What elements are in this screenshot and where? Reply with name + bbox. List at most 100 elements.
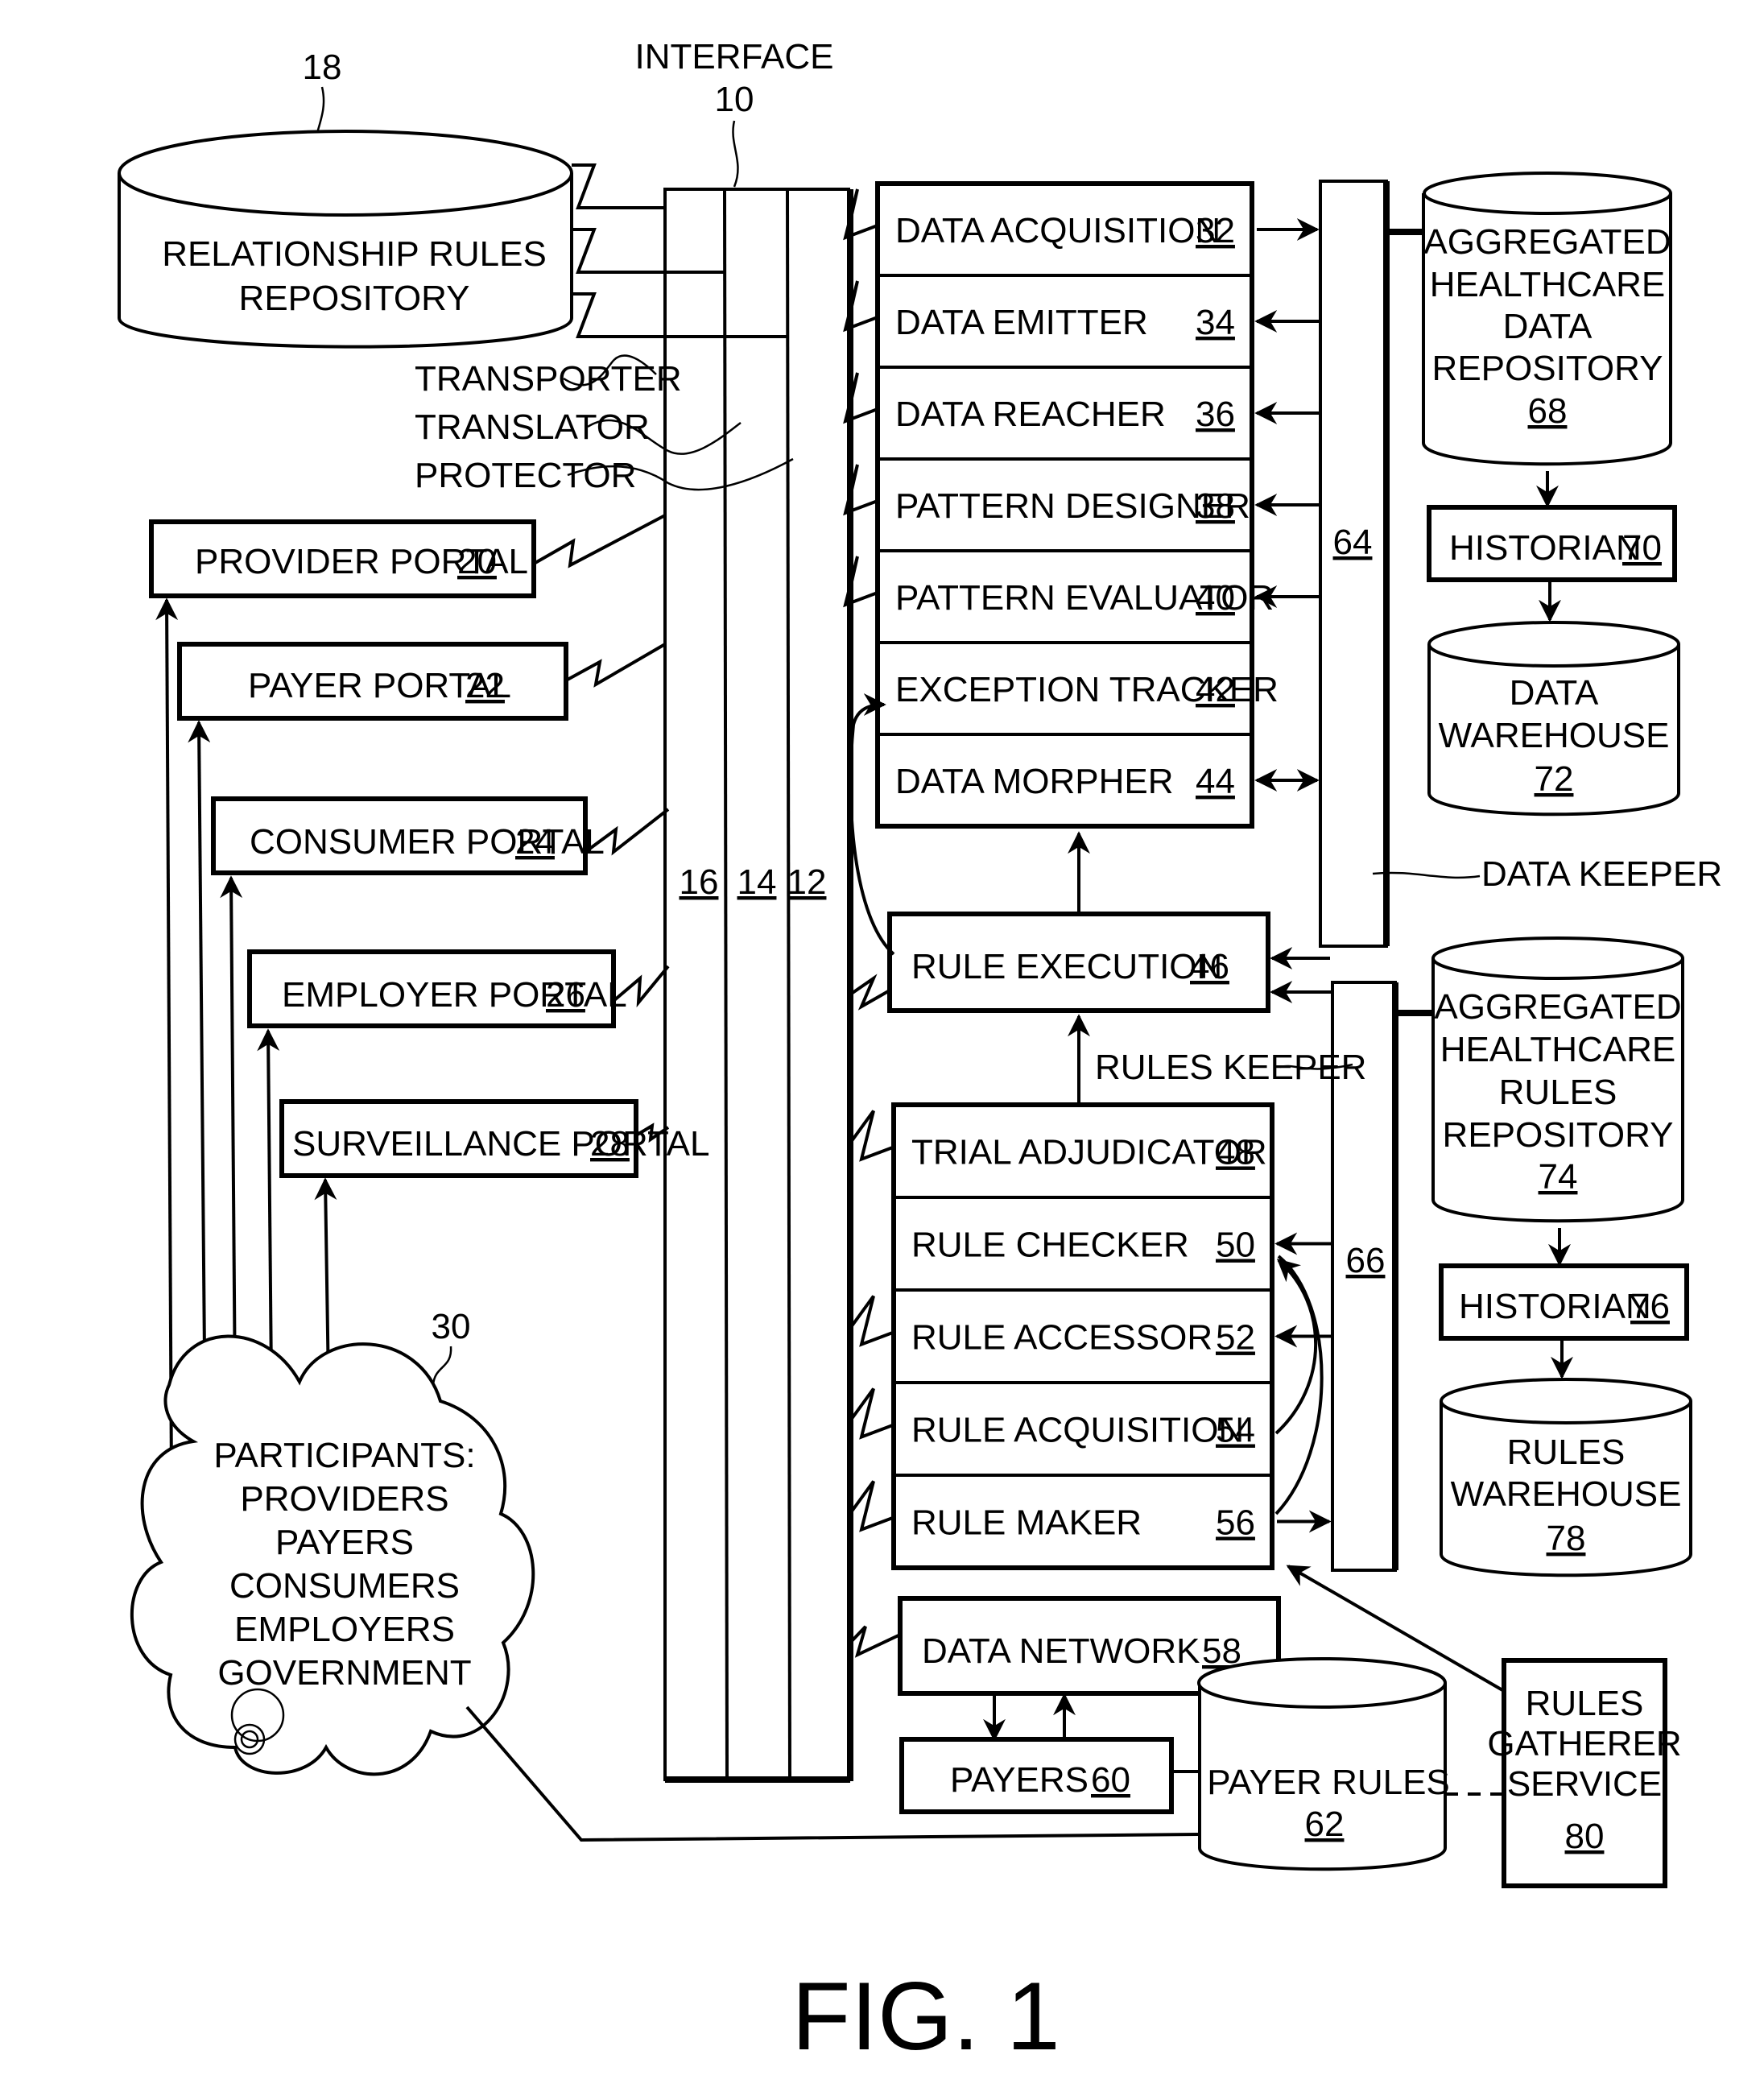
- portal-ref: 24: [515, 822, 555, 862]
- participant-payers: PAYERS: [275, 1523, 414, 1562]
- portal-surveillance: SURVEILLANCE PORTAL 28: [279, 1099, 709, 1178]
- portal-provider: PROVIDER PORTAL 20: [149, 514, 666, 598]
- repo-ref: 74: [1539, 1157, 1578, 1197]
- portal-ref: 22: [465, 666, 505, 705]
- module-label: RULE MAKER: [911, 1503, 1142, 1543]
- payers-module: PAYERS 60: [899, 1737, 1200, 1814]
- module-label: DATA MORPHER: [895, 762, 1174, 801]
- module-label: RULE ACQUISITION: [911, 1411, 1244, 1450]
- portal-payer: PAYER PORTAL 22: [177, 642, 667, 721]
- aggregated-rules-repository: AGGREGATED HEALTHCARE RULES REPOSITORY 7…: [1431, 936, 1684, 1267]
- portal-ref: 20: [457, 542, 497, 581]
- warehouse-line: WAREHOUSE: [1439, 716, 1670, 755]
- arrow-payer-participants: [188, 720, 217, 1448]
- warehouse-line: RULES: [1507, 1433, 1626, 1472]
- portal-link: [565, 643, 667, 688]
- rule-execution-link: [849, 974, 890, 1011]
- repo-line: HEALTHCARE: [1440, 1030, 1676, 1069]
- gatherer-line1: RULES: [1526, 1684, 1644, 1723]
- rule-module-stack: TRIAL ADJUDICATOR48 RULE CHECKER 50 RULE AC…: [849, 1102, 1332, 1570]
- rules-keeper-ref: 66: [1346, 1241, 1386, 1280]
- repo-line: REPOSITORY: [1443, 1115, 1674, 1155]
- interface-link: [849, 1110, 894, 1162]
- module-ref: 52: [1216, 1318, 1255, 1358]
- repo-line: HEALTHCARE: [1430, 265, 1666, 304]
- figure-caption: FIG. 1: [791, 1962, 1060, 2070]
- repo-line: AGGREGATED: [1423, 222, 1671, 262]
- participants-title: PARTICIPANTS:: [213, 1436, 475, 1475]
- protector-ref: 12: [787, 862, 827, 902]
- repo-ref: 68: [1528, 391, 1568, 431]
- historian-label: HISTORIAN: [1459, 1287, 1651, 1326]
- portal-ref: 28: [590, 1124, 630, 1164]
- payer-rules-store: PAYER RULES 62: [1197, 1657, 1504, 1871]
- participant-government: GOVERNMENT: [217, 1653, 471, 1693]
- module-label: DATA EMITTER: [895, 303, 1148, 342]
- module-label: DATA REACHER: [895, 395, 1166, 434]
- interface-column: 16 14 12: [663, 188, 853, 1783]
- rules-keeper-label: RULES KEEPER: [1095, 1048, 1366, 1087]
- protector-label: PROTECTOR: [415, 456, 636, 495]
- repo-link-1: [572, 163, 665, 209]
- data-module-stack: DATA ACQUISITION32 DATA EMITTER 34 DATA REA…: [843, 181, 1320, 829]
- module-ref: 56: [1216, 1503, 1255, 1543]
- interface-frame: [663, 188, 850, 1781]
- patent-figure: INTERFACE 10 16 14 12 TRANSPORTER TRANSL…: [0, 0, 1764, 2088]
- module-ref: 50: [1216, 1226, 1255, 1265]
- historian-label: HISTORIAN: [1449, 528, 1642, 568]
- data-keeper-ref: 64: [1333, 523, 1373, 562]
- arrow-employer-participants: [257, 1028, 283, 1381]
- interface-leader: [732, 120, 739, 188]
- repository-title-line2: REPOSITORY: [239, 279, 470, 318]
- module-label: TRIAL ADJUDICATOR: [911, 1133, 1267, 1172]
- aggregated-data-repository: AGGREGATED HEALTHCARE DATA REPOSITORY 68: [1422, 172, 1672, 508]
- module-ref: 34: [1196, 303, 1235, 342]
- module-ref: 60: [1091, 1760, 1130, 1800]
- diagram-canvas: INTERFACE 10 16 14 12 TRANSPORTER TRANSL…: [118, 37, 1722, 2070]
- interface-label: INTERFACE 10: [635, 37, 834, 188]
- interface-link: [849, 1480, 894, 1532]
- module-label: RULE CHECKER: [911, 1226, 1189, 1265]
- gatherer-line3: SERVICE: [1507, 1764, 1662, 1804]
- module-ref: 48: [1216, 1133, 1255, 1172]
- participant-consumers: CONSUMERS: [229, 1566, 460, 1606]
- repository-ref-18: 18: [303, 48, 342, 87]
- payer-rules-ref: 62: [1305, 1805, 1345, 1844]
- interface-title: INTERFACE: [635, 37, 834, 76]
- module-ref: 40: [1196, 578, 1235, 618]
- portal-consumer: CONSUMER PORTAL 24: [211, 796, 670, 875]
- warehouse-line: WAREHOUSE: [1451, 1474, 1682, 1514]
- historian-ref: 76: [1630, 1287, 1670, 1326]
- module-label: RULE EXECUTION: [911, 947, 1222, 986]
- module-ref: 38: [1196, 486, 1235, 526]
- module-ref: 32: [1196, 211, 1235, 250]
- translator-label: TRANSLATOR: [415, 407, 650, 447]
- historian-data: HISTORIAN 70: [1427, 505, 1677, 622]
- warehouse-ref: 78: [1547, 1519, 1586, 1558]
- translator-ref: 14: [737, 862, 777, 902]
- repo-line: RULES: [1499, 1073, 1617, 1112]
- repository-title-line1: RELATIONSHIP RULES: [162, 234, 547, 274]
- transporter-label: TRANSPORTER: [415, 359, 682, 399]
- module-ref: 36: [1196, 395, 1235, 434]
- arrow-consumer-participants: [220, 875, 246, 1399]
- portal-link: [533, 514, 666, 568]
- module-label: DATA NETWORK: [922, 1631, 1200, 1671]
- repo-line: AGGREGATED: [1434, 987, 1681, 1027]
- repo-line: DATA: [1503, 307, 1593, 346]
- rules-warehouse: RULES WAREHOUSE 78: [1440, 1378, 1692, 1577]
- interface-link: [849, 1387, 894, 1440]
- gatherer-ref: 80: [1565, 1817, 1605, 1856]
- module-label: RULE ACCESSOR: [911, 1318, 1212, 1358]
- arrow-acquisition-to-checker: [1274, 1259, 1318, 1435]
- portal-ref: 26: [546, 975, 585, 1015]
- module-ref: 54: [1216, 1411, 1255, 1450]
- data-keeper-label: DATA KEEPER: [1481, 854, 1722, 894]
- historian-ref: 70: [1622, 528, 1662, 568]
- payer-rules-label: PAYER RULES: [1207, 1763, 1450, 1802]
- arrow-provider-participants: [155, 597, 183, 1484]
- warehouse-line: DATA: [1510, 673, 1599, 713]
- warehouse-ref: 72: [1535, 759, 1574, 799]
- module-ref: 46: [1190, 947, 1229, 986]
- module-label: PAYERS: [950, 1760, 1089, 1800]
